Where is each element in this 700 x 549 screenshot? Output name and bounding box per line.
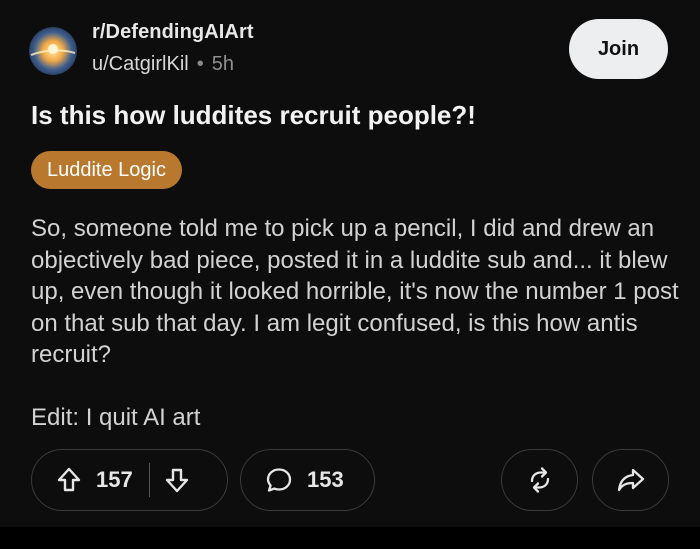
speech-bubble-icon bbox=[265, 466, 293, 494]
comment-count: 153 bbox=[307, 467, 344, 492]
author-name[interactable]: u/CatgirlKil bbox=[92, 53, 189, 76]
post-meta: u/CatgirlKil • 5h bbox=[92, 53, 234, 76]
post-card: r/DefendingAIArt u/CatgirlKil • 5h Join … bbox=[0, 0, 700, 527]
vote-divider bbox=[148, 463, 150, 497]
subreddit-name[interactable]: r/DefendingAIArt bbox=[92, 21, 254, 44]
swap-arrows-icon bbox=[526, 465, 554, 495]
post-title[interactable]: Is this how luddites recruit people?! bbox=[31, 100, 476, 131]
share-button[interactable] bbox=[592, 449, 669, 511]
body-edit-note: Edit: I quit AI art bbox=[31, 403, 201, 431]
share-arrow-icon bbox=[616, 467, 646, 493]
vote-control: 157 bbox=[31, 449, 228, 511]
comments-button[interactable]: 153 bbox=[240, 449, 375, 511]
crosspost-button[interactable] bbox=[501, 449, 578, 511]
join-button[interactable]: Join bbox=[569, 19, 668, 79]
bottom-edge bbox=[0, 527, 700, 549]
meta-separator: • bbox=[196, 53, 204, 75]
avatar-image bbox=[29, 27, 77, 75]
upvote-count: 157 bbox=[96, 467, 133, 492]
post-body: So, someone told me to pick up a pencil,… bbox=[31, 213, 681, 433]
community-avatar[interactable] bbox=[29, 27, 77, 75]
arrow-down-icon[interactable] bbox=[164, 466, 190, 494]
body-paragraph: So, someone told me to pick up a pencil,… bbox=[31, 215, 679, 368]
post-flair[interactable]: Luddite Logic bbox=[31, 151, 182, 189]
arrow-up-icon[interactable] bbox=[56, 466, 82, 494]
post-age: 5h bbox=[211, 53, 234, 75]
